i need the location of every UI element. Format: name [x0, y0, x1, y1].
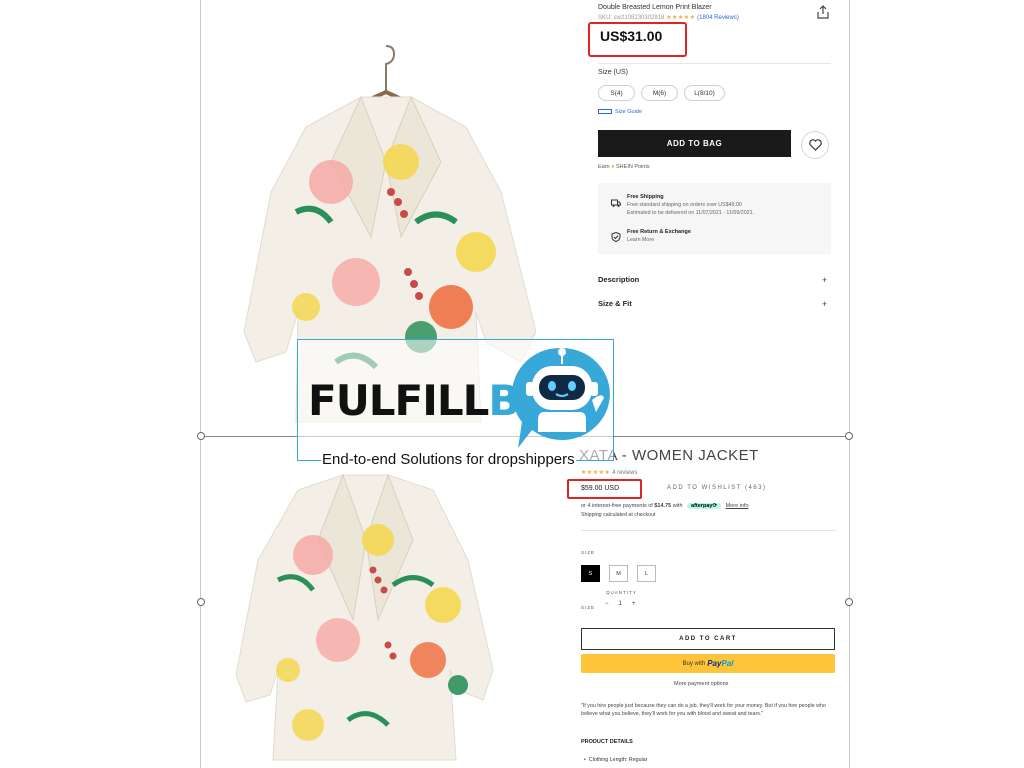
points-prefix: Earn [598, 164, 610, 170]
share-icon[interactable] [815, 4, 831, 20]
free-shipping-line1: Free standard shipping on orders over US… [627, 202, 742, 208]
qty-value[interactable]: 1 [619, 601, 622, 607]
free-return-title: Free Return & Exchange [627, 229, 691, 235]
truck-icon [611, 195, 621, 207]
resize-handle[interactable] [197, 598, 205, 606]
reviews-link[interactable]: (1804 Reviews) [697, 15, 739, 21]
size-guide-link[interactable]: Size Guide [598, 109, 642, 115]
product-title: Double Breasted Lemon Print Blazer [598, 4, 712, 11]
wishlist-heart-button[interactable] [801, 131, 829, 159]
installment-amount: $14.75 [654, 503, 672, 509]
add-to-bag-button[interactable]: ADD TO BAG [598, 130, 791, 157]
size-option-m[interactable]: M [609, 565, 628, 582]
size-option-l[interactable]: L [637, 565, 656, 582]
divider [598, 63, 831, 64]
resize-handle[interactable] [845, 598, 853, 606]
product-rating: ★★★★★ 4 reviews [581, 469, 637, 476]
paypal-button[interactable]: Buy with PayPal [581, 654, 835, 673]
robot-mascot-icon [510, 340, 614, 450]
free-shipping-line2: Estimated to be delivered on 11/07/2021 … [627, 210, 755, 216]
points-suffix: SHEIN Points [616, 164, 650, 170]
size-option-l[interactable]: L(8/10) [684, 85, 725, 101]
divider [581, 530, 836, 531]
size-label-secondary: SIZE [581, 605, 596, 610]
add-to-cart-button[interactable]: ADD TO CART [581, 628, 835, 650]
coin-icon: ● [611, 164, 615, 170]
shield-check-icon [611, 229, 621, 243]
add-to-wishlist-link[interactable]: ADD TO WISHLIST (463) [667, 485, 767, 491]
installment-with: with [672, 503, 683, 509]
product-quote: "If you hire people just because they ca… [581, 703, 826, 717]
star-icons: ★★★★★ [666, 15, 696, 21]
quantity-stepper[interactable]: − 1 + [605, 601, 635, 607]
slide-left-edge [200, 0, 201, 768]
installment-prefix: or 4 interest-free payments of [581, 503, 653, 509]
resize-handle[interactable] [197, 432, 205, 440]
description-accordion[interactable]: Description [598, 275, 639, 284]
size-fit-accordion[interactable]: Size & Fit [598, 299, 632, 308]
product-detail-item: • Clothing Length: Regular [584, 757, 648, 763]
slide-right-edge [849, 0, 850, 768]
ruler-icon [598, 109, 612, 115]
more-info-link[interactable]: More info [726, 503, 749, 509]
size-label: Size (US) [598, 69, 628, 76]
size-option-s[interactable]: S(4) [598, 85, 635, 101]
learn-more-link[interactable]: Learn More [627, 236, 654, 244]
product-detail-text: Clothing Length: Regular [588, 757, 648, 763]
product-details-heading: PRODUCT DETAILS [581, 739, 633, 745]
brand-tagline: End-to-end Solutions for dropshippers [321, 451, 576, 468]
installment-text: or 4 interest-free payments of $14.75 wi… [581, 503, 749, 509]
heart-icon [808, 139, 822, 151]
size-guide-label: Size Guide [615, 109, 642, 115]
sku-text: SKU: sw2108230302918 [598, 15, 665, 21]
afterpay-badge: afterpay⟳ [687, 503, 722, 509]
points-text: Earn ● SHEIN Points [598, 164, 650, 170]
size-option-m[interactable]: M(6) [641, 85, 678, 101]
expand-plus-icon[interactable]: + [822, 299, 827, 309]
more-payment-options-link[interactable]: More payment options [674, 681, 728, 687]
size-option-s[interactable]: S [581, 565, 600, 582]
expand-plus-icon[interactable]: + [822, 275, 827, 285]
product-rating: SKU: sw2108230302918 ★★★★★ (1804 Reviews… [598, 14, 739, 21]
free-shipping-title: Free Shipping [627, 194, 664, 200]
brand-part-1: FULFILL [308, 376, 489, 425]
bottom-product-image [228, 470, 503, 765]
size-label: SIZE [581, 550, 596, 555]
paypal-logo: PayPal [707, 659, 733, 668]
shipping-note: Shipping calculated at checkout [581, 512, 656, 518]
paypal-logo-a: Pay [707, 659, 722, 668]
reviews-link[interactable]: 4 reviews [612, 470, 637, 476]
product-price: $59.00 USD [581, 485, 620, 492]
quantity-label: QUANTITY [606, 590, 637, 595]
buy-with-label: Buy with [682, 660, 706, 667]
qty-plus-button[interactable]: + [632, 601, 636, 607]
resize-handle[interactable] [845, 432, 853, 440]
product-price: US$31.00 [600, 28, 663, 44]
star-icons: ★★★★★ [581, 470, 611, 476]
qty-minus-button[interactable]: − [605, 601, 609, 607]
paypal-logo-b: Pal [721, 659, 734, 668]
